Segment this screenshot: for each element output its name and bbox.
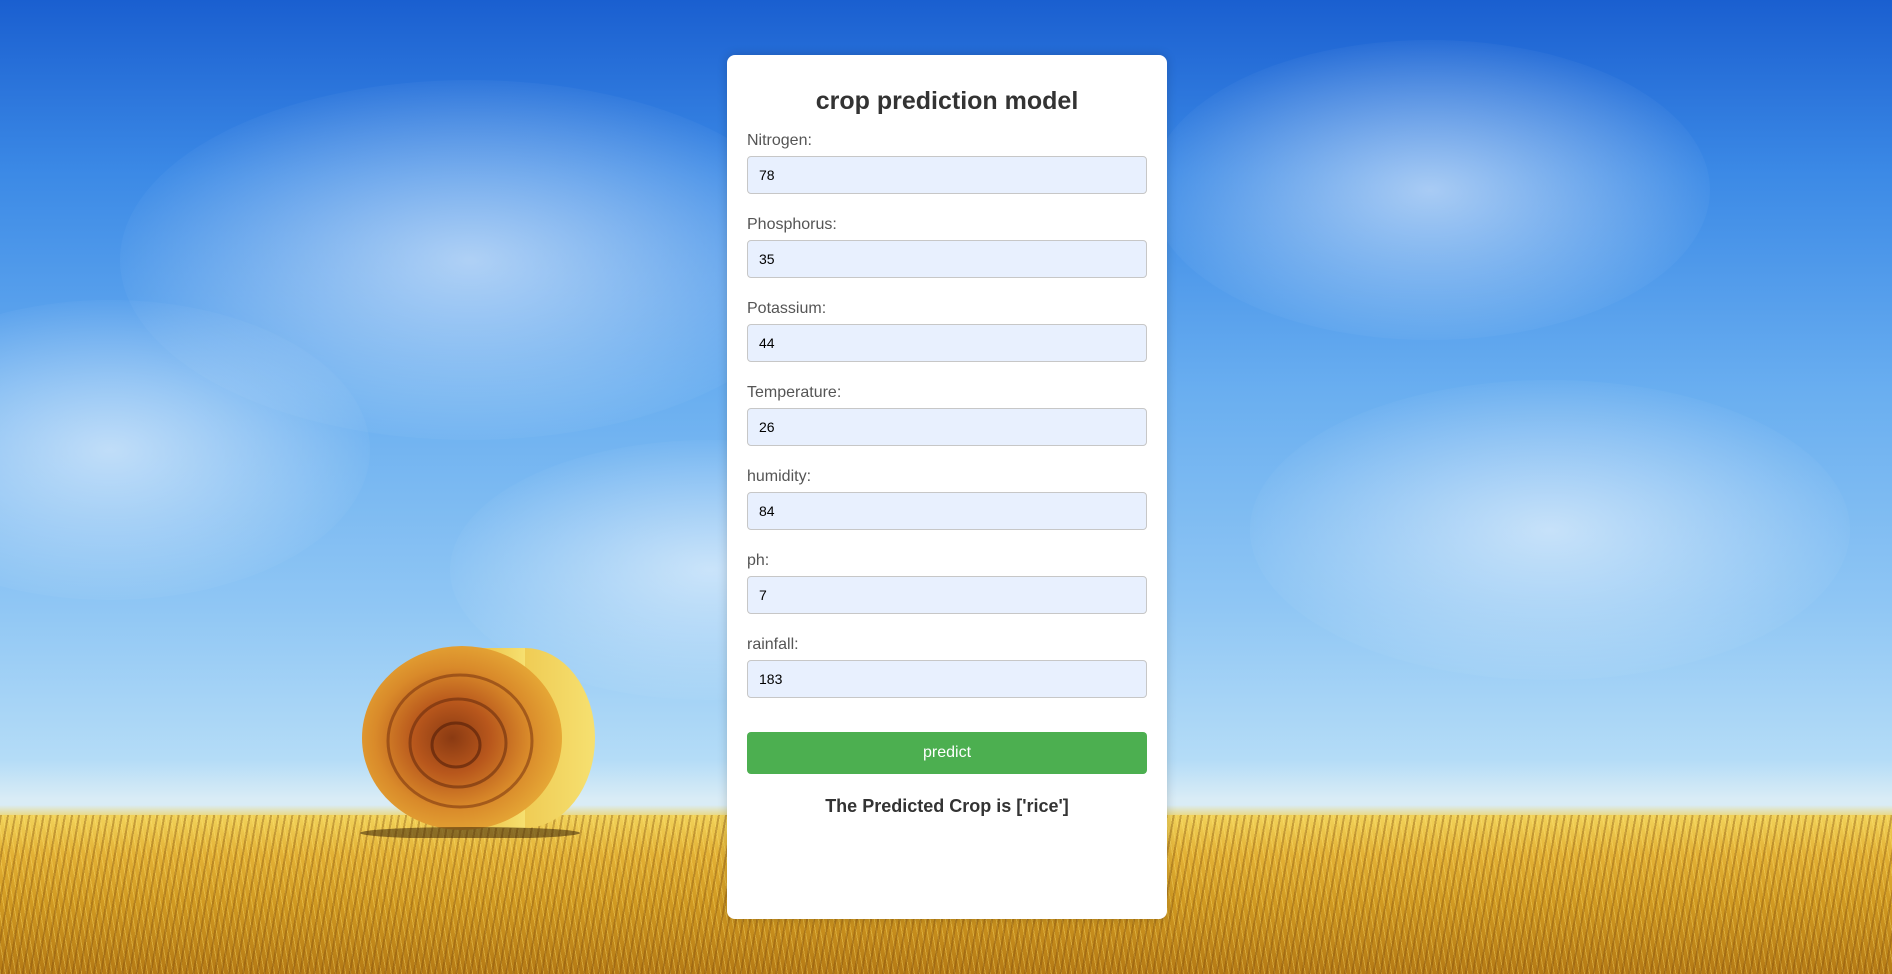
phosphorus-group: Phosphorus: (747, 216, 1147, 278)
humidity-label: humidity: (747, 468, 812, 485)
temperature-label: Temperature: (747, 384, 842, 401)
rainfall-input[interactable] (747, 660, 1147, 698)
ph-label: ph: (747, 552, 770, 569)
humidity-input[interactable] (747, 492, 1147, 530)
nitrogen-label: Nitrogen: (747, 132, 812, 149)
predict-button[interactable]: predict (747, 732, 1147, 774)
rainfall-label: rainfall: (747, 636, 799, 653)
cloud (1250, 380, 1850, 680)
potassium-group: Potassium: (747, 300, 1147, 362)
hay-bale (360, 646, 595, 838)
temperature-group: Temperature: (747, 384, 1147, 446)
nitrogen-group: Nitrogen: (747, 132, 1147, 194)
page-title: crop prediction model (815, 87, 1079, 115)
temperature-input[interactable] (747, 408, 1147, 446)
ph-group: ph: (747, 552, 1147, 614)
cloud (1150, 40, 1710, 340)
nitrogen-input[interactable] (747, 156, 1147, 194)
ph-input[interactable] (747, 576, 1147, 614)
prediction-result: The Predicted Crop is ['rice'] (825, 796, 1069, 816)
humidity-group: humidity: (747, 468, 1147, 530)
phosphorus-input[interactable] (747, 240, 1147, 278)
potassium-input[interactable] (747, 324, 1147, 362)
rainfall-group: rainfall: (747, 636, 1147, 698)
potassium-label: Potassium: (747, 300, 827, 317)
prediction-card: crop prediction model Nitrogen: Phosphor… (727, 55, 1167, 919)
phosphorus-label: Phosphorus: (747, 216, 837, 233)
